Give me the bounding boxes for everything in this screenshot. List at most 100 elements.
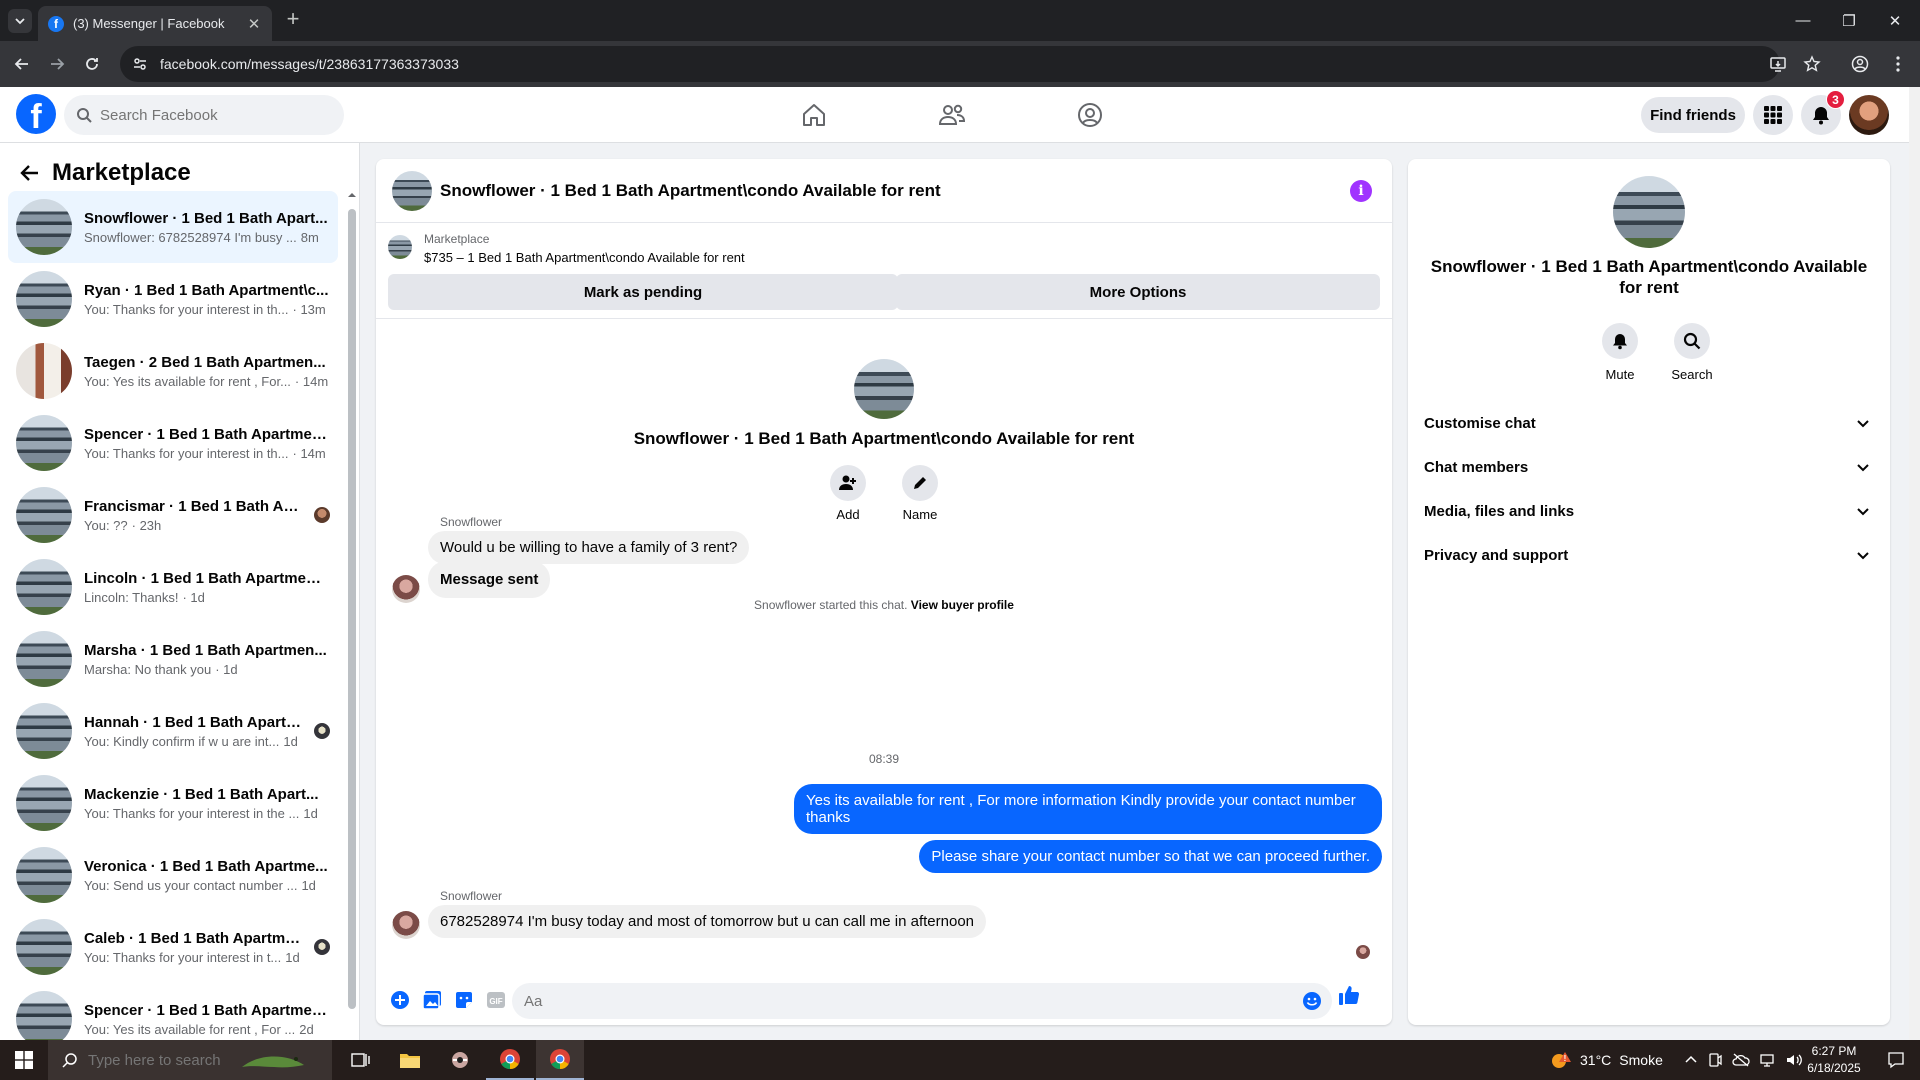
conversation-name: Snowflower · 1 Bed 1 Bath Apart...	[84, 209, 328, 227]
chevron-up-icon[interactable]	[1684, 1053, 1698, 1067]
network-icon[interactable]	[1760, 1053, 1776, 1067]
nav-profile[interactable]	[1068, 93, 1112, 137]
outgoing-message[interactable]: Yes its available for rent , For more in…	[794, 784, 1382, 834]
chat-members-section[interactable]: Chat members	[1416, 445, 1882, 489]
pencil-icon	[914, 477, 926, 489]
conversation-item[interactable]: Francismar · 1 Bed 1 Bath Apar... You: ?…	[8, 479, 338, 551]
weather-widget[interactable]: ! 31°C Smoke	[1550, 1040, 1663, 1080]
gif-button[interactable]: GIF	[480, 984, 512, 1016]
start-button[interactable]	[0, 1040, 48, 1080]
listing-price-title[interactable]: $735 – 1 Bed 1 Bath Apartment\condo Avai…	[424, 250, 745, 265]
privacy-support-section[interactable]: Privacy and support	[1416, 533, 1882, 577]
facebook-logo[interactable]: f	[16, 94, 56, 134]
windows-taskbar: ! 31°C Smoke 6:27 PM 6/18/2025	[0, 1040, 1920, 1080]
taskbar-search-box[interactable]	[48, 1040, 332, 1080]
sticker-button[interactable]	[448, 984, 480, 1016]
taskbar-search-input[interactable]	[88, 1051, 238, 1069]
task-view-button[interactable]	[336, 1040, 384, 1080]
facebook-search-input[interactable]	[100, 106, 320, 124]
incoming-message[interactable]: 6782528974 I'm busy today and most of to…	[428, 905, 987, 938]
chrome-profile-taskbar-button[interactable]	[536, 1040, 584, 1080]
meet-now-icon[interactable]	[1708, 1053, 1722, 1067]
mute-button[interactable]: Mute	[1590, 323, 1650, 382]
snipping-tool-button[interactable]	[436, 1040, 484, 1080]
back-arrow-icon[interactable]	[20, 163, 40, 183]
url-text[interactable]: facebook.com/messages/t/2386317736337303…	[160, 56, 459, 72]
tab-list-button[interactable]	[8, 9, 32, 33]
conversation-item[interactable]: Lincoln · 1 Bed 1 Bath Apartment... Linc…	[8, 551, 338, 623]
message-input-box[interactable]	[512, 983, 1332, 1019]
chat-listing-avatar[interactable]	[392, 170, 432, 211]
back-button[interactable]	[10, 52, 34, 76]
nav-home[interactable]	[792, 93, 836, 137]
listing-thumbnail	[16, 559, 72, 615]
forward-button[interactable]	[45, 52, 69, 76]
bookmark-button[interactable]	[1800, 52, 1824, 76]
page-scrollbar[interactable]	[1909, 87, 1920, 1042]
bell-icon	[1613, 334, 1627, 350]
conversation-item[interactable]: Spencer · 1 Bed 1 Bath Apartmen... You: …	[8, 407, 338, 479]
media-files-links-section[interactable]: Media, files and links	[1416, 489, 1882, 533]
conversation-item[interactable]: Ryan · 1 Bed 1 Bath Apartment\c... You: …	[8, 263, 338, 335]
site-info-icon[interactable]	[132, 56, 148, 72]
onedrive-offline-icon[interactable]	[1732, 1053, 1750, 1067]
conversation-item[interactable]: Taegen · 2 Bed 1 Bath Apartmen... You: Y…	[8, 335, 338, 407]
new-tab-button[interactable]: +	[281, 8, 305, 32]
file-explorer-button[interactable]	[386, 1040, 434, 1080]
customise-chat-section[interactable]: Customise chat	[1416, 401, 1882, 445]
nav-friends[interactable]	[930, 93, 974, 137]
sender-avatar[interactable]	[392, 911, 420, 939]
more-options-button[interactable]: More Options	[896, 274, 1380, 310]
conversation-item[interactable]: Hannah · 1 Bed 1 Bath Apartm... You: Kin…	[8, 695, 338, 767]
notification-center-button[interactable]	[1872, 1040, 1920, 1080]
attach-photo-button[interactable]	[416, 984, 448, 1016]
menu-button[interactable]	[1753, 95, 1793, 135]
conversation-time: 1d	[285, 949, 300, 965]
browser-menu-button[interactable]	[1886, 52, 1910, 76]
mark-as-pending-button[interactable]: Mark as pending	[388, 274, 898, 310]
listing-small-thumbnail[interactable]	[388, 235, 412, 259]
install-app-button[interactable]	[1766, 52, 1790, 76]
weather-text: Smoke	[1619, 1052, 1663, 1068]
incoming-message[interactable]: Would u be willing to have a family of 3…	[428, 531, 750, 564]
taskbar-clock[interactable]: 6:27 PM 6/18/2025	[1796, 1043, 1872, 1077]
outgoing-message[interactable]: Please share your contact number so that…	[919, 840, 1382, 873]
browser-tab-messenger[interactable]: f (3) Messenger | Facebook ✕	[38, 6, 272, 41]
conversation-item[interactable]: Veronica · 1 Bed 1 Bath Apartme... You: …	[8, 839, 338, 911]
more-actions-button[interactable]	[384, 984, 416, 1016]
conversation-item[interactable]: Mackenzie · 1 Bed 1 Bath Apart... You: T…	[8, 767, 338, 839]
chrome-taskbar-button[interactable]	[486, 1040, 534, 1080]
restore-button[interactable]: ❐	[1826, 0, 1872, 41]
send-like-button[interactable]	[1338, 984, 1360, 1006]
weather-warning-icon: !	[1552, 1052, 1571, 1068]
conversation-item[interactable]: Caleb · 1 Bed 1 Bath Apartmen... You: Th…	[8, 911, 338, 983]
facebook-search-box[interactable]	[64, 95, 344, 135]
address-bar[interactable]: facebook.com/messages/t/2386317736337303…	[120, 46, 1780, 82]
sender-avatar[interactable]	[392, 575, 420, 603]
view-buyer-profile-link[interactable]: View buyer profile	[911, 598, 1014, 612]
scrollbar-thumb[interactable]	[348, 209, 356, 1009]
minimize-button[interactable]: —	[1780, 0, 1826, 41]
conversation-item[interactable]: Marsha · 1 Bed 1 Bath Apartmen... Marsha…	[8, 623, 338, 695]
listing-thumbnail	[16, 847, 72, 903]
scroll-up-icon[interactable]	[348, 191, 356, 199]
add-people-button[interactable]: Add	[824, 465, 872, 522]
incoming-message[interactable]: Message sent	[428, 561, 551, 598]
details-listing-avatar[interactable]	[1613, 176, 1685, 248]
task-view-icon	[351, 1053, 370, 1067]
info-icon[interactable]: i	[1350, 180, 1372, 202]
chat-title[interactable]: Snowflower · 1 Bed 1 Bath Apartment\cond…	[440, 181, 941, 201]
search-in-chat-button[interactable]: Search	[1662, 323, 1722, 382]
emoji-button[interactable]	[1302, 991, 1322, 1011]
account-avatar[interactable]	[1849, 95, 1889, 135]
name-chat-button[interactable]: Name	[896, 465, 944, 522]
close-window-button[interactable]: ✕	[1872, 0, 1918, 41]
conversation-list-scrollbar[interactable]	[348, 191, 356, 1031]
conversation-item[interactable]: Snowflower · 1 Bed 1 Bath Apart... Snowf…	[8, 191, 338, 263]
find-friends-button[interactable]: Find friends	[1641, 97, 1745, 133]
close-tab-icon[interactable]: ✕	[246, 15, 262, 33]
reload-button[interactable]	[80, 52, 104, 76]
conversation-snippet: Snowflower: 6782528974 I'm busy ...	[84, 229, 297, 245]
profile-button[interactable]	[1848, 52, 1872, 76]
message-input[interactable]	[524, 992, 1284, 1010]
